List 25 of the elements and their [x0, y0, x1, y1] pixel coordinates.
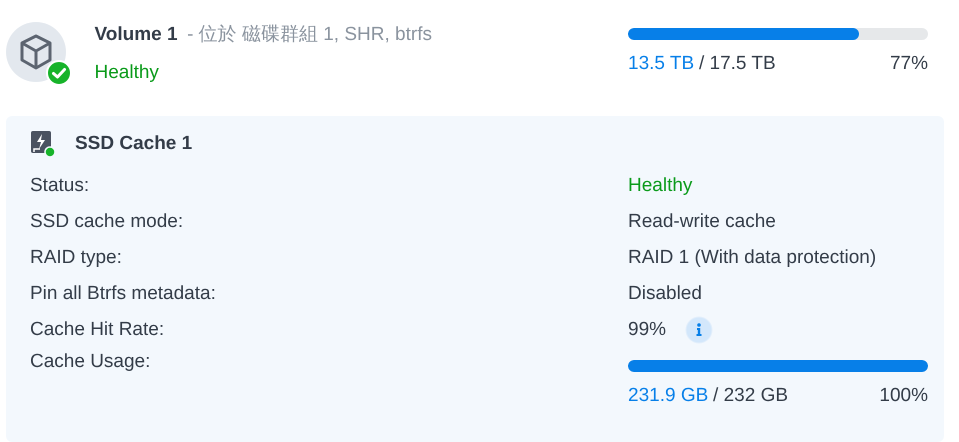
field-value: 99%	[628, 318, 666, 342]
total-amount: / 17.5 TB	[698, 52, 776, 76]
ssd-cache-icon	[30, 130, 56, 158]
volume-name: Volume 1	[94, 23, 178, 47]
field-label: SSD cache mode:	[30, 210, 184, 234]
cache-title: SSD Cache 1	[75, 132, 192, 156]
info-icon[interactable]	[685, 316, 714, 344]
volume-detail: - 位於 磁碟群組 1, SHR, btrfs	[187, 23, 432, 47]
used-amount: 231.9 GB	[628, 384, 708, 408]
field-value: Disabled	[628, 282, 702, 306]
usage-percent: 100%	[879, 384, 928, 408]
field-label: Status:	[30, 174, 90, 198]
field-value: RAID 1 (With data protection)	[628, 246, 876, 270]
field-value: Read-write cache	[628, 210, 776, 234]
usage-percent: 77%	[890, 52, 928, 76]
field-label: Cache Usage:	[30, 350, 152, 374]
cube-icon	[19, 34, 53, 70]
status-text: Healthy	[628, 174, 692, 198]
check-icon	[46, 60, 72, 86]
total-amount: / 232 GB	[713, 384, 788, 408]
field-label: Cache Hit Rate:	[30, 318, 166, 342]
status-text: Healthy	[94, 61, 160, 85]
used-amount: 13.5 TB	[628, 52, 694, 76]
field-label: RAID type:	[30, 246, 123, 270]
field-label: Pin all Btrfs metadata:	[30, 282, 217, 306]
